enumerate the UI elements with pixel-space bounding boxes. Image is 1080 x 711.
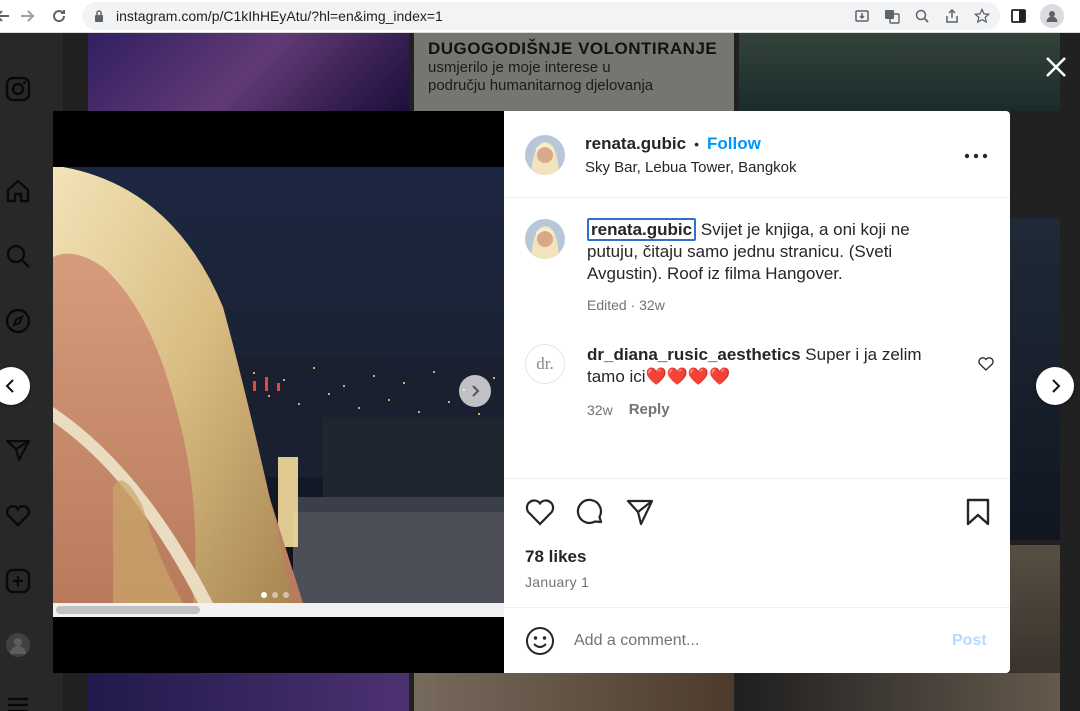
post-details-panel: renata.gubic • Follow Sky Bar, Lebua Tow… (504, 111, 1010, 673)
carousel-dot (261, 592, 267, 598)
install-icon[interactable] (852, 6, 872, 26)
forward-icon[interactable] (16, 5, 38, 27)
close-icon[interactable] (1044, 55, 1068, 79)
url-text: instagram.com/p/C1kIhHEyAtu/?hl=en&img_i… (116, 8, 443, 24)
next-post-button[interactable] (1036, 367, 1074, 405)
bookmark-icon[interactable] (963, 497, 993, 527)
post-date[interactable]: January 1 (525, 574, 589, 590)
back-icon[interactable] (0, 5, 14, 27)
post-actions: 78 likes January 1 (504, 478, 1010, 607)
comment-icon[interactable] (575, 497, 605, 527)
follow-button[interactable]: Follow (707, 134, 761, 154)
chevron-left-icon (5, 379, 14, 393)
address-bar[interactable]: instagram.com/p/C1kIhHEyAtu/?hl=en&img_i… (82, 2, 1000, 30)
bookmark-star-icon[interactable] (972, 6, 992, 26)
share-icon[interactable] (625, 497, 655, 527)
carousel-dot (272, 592, 278, 598)
post-username[interactable]: renata.gubic (585, 134, 686, 154)
scrollbar-thumb[interactable] (56, 606, 200, 614)
caption-author[interactable]: renata.gubic (587, 218, 697, 241)
share-page-icon[interactable] (942, 6, 962, 26)
comment-age: 32w (587, 401, 613, 418)
horizontal-scrollbar[interactable] (53, 603, 504, 617)
post-header: renata.gubic • Follow Sky Bar, Lebua Tow… (504, 111, 1010, 198)
avatar-monogram: dr. (536, 354, 554, 373)
avatar[interactable]: dr. (525, 344, 565, 384)
post-location[interactable]: Sky Bar, Lebua Tower, Bangkok (585, 159, 797, 176)
add-comment-bar: Post (504, 607, 1010, 673)
comment-like-icon[interactable] (978, 357, 994, 371)
reply-button[interactable]: Reply (629, 401, 670, 418)
chevron-right-icon (472, 385, 480, 397)
post-modal: renata.gubic • Follow Sky Bar, Lebua Tow… (53, 111, 1010, 673)
browser-toolbar: instagram.com/p/C1kIhHEyAtu/?hl=en&img_i… (0, 0, 1080, 33)
heart-icon[interactable] (525, 497, 555, 527)
sidebar-toggle-icon[interactable] (1010, 8, 1028, 24)
profile-icon[interactable] (1040, 4, 1064, 28)
separator-dot: • (694, 136, 699, 152)
likes-count[interactable]: 78 likes (525, 547, 586, 567)
caption-meta: Edited · 32w (587, 297, 665, 313)
post-comment-button[interactable]: Post (952, 632, 987, 650)
carousel-dot (283, 592, 289, 598)
more-options-icon[interactable] (964, 144, 988, 168)
comment-author[interactable]: dr_diana_rusic_aesthetics (587, 345, 801, 364)
zoom-icon[interactable] (912, 6, 932, 26)
translate-icon[interactable] (882, 6, 902, 26)
chevron-right-icon (1052, 379, 1061, 393)
avatar[interactable] (525, 135, 565, 175)
post-photo[interactable] (53, 167, 504, 603)
next-image-button[interactable] (459, 375, 491, 407)
avatar[interactable] (525, 219, 565, 259)
reload-icon[interactable] (48, 5, 70, 27)
carousel-indicator (261, 592, 289, 598)
lock-icon (94, 10, 106, 22)
comment-input[interactable] (574, 628, 934, 654)
emoji-icon[interactable] (525, 626, 555, 656)
post-media (53, 111, 504, 673)
